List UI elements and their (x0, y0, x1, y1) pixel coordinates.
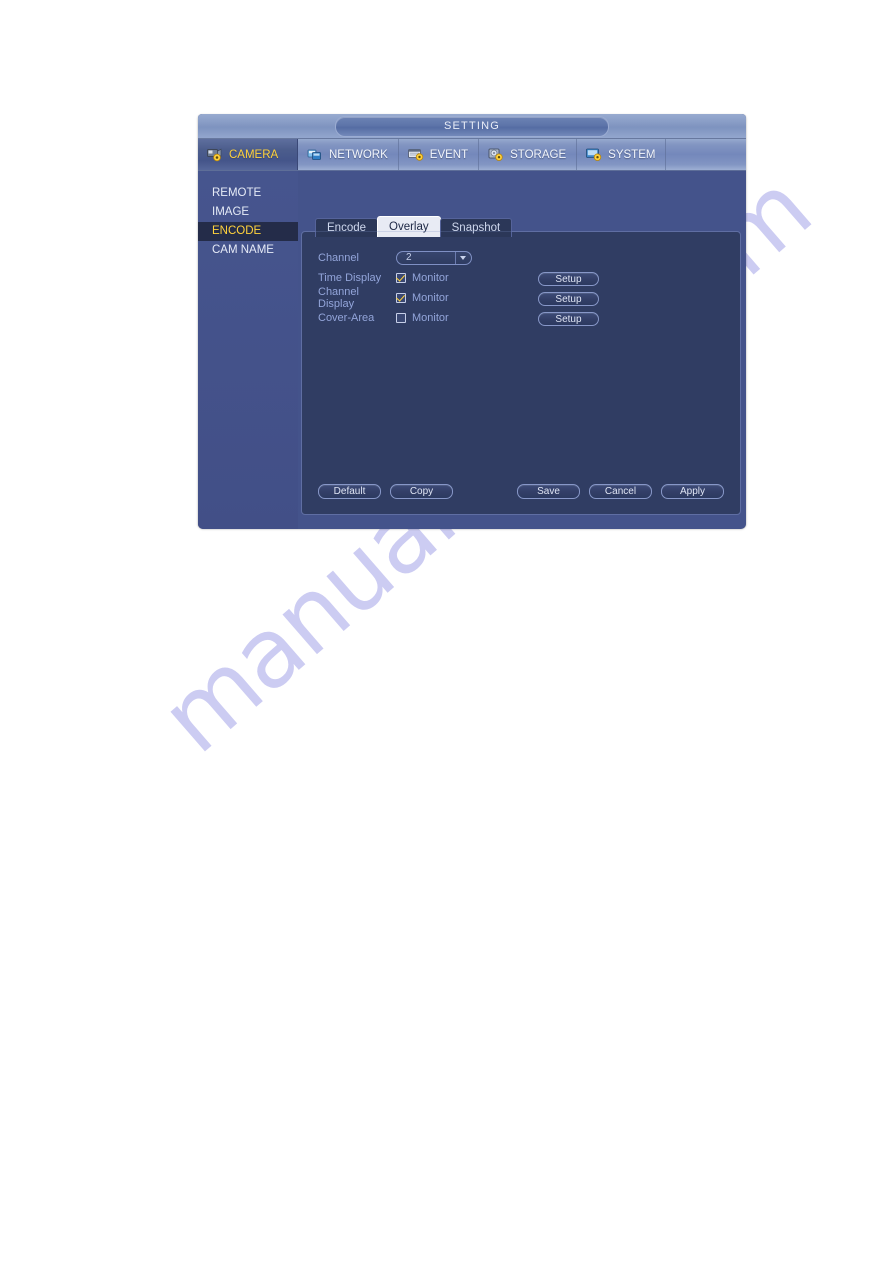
menu-item-system-label: SYSTEM (608, 148, 656, 161)
action-bar-left: Default Copy (318, 484, 453, 499)
channel-display-checkbox-label: Monitor (412, 291, 449, 304)
sidebar-item-image[interactable]: IMAGE (198, 203, 298, 222)
time-display-checkbox[interactable] (396, 272, 406, 283)
sidebar-item-cam-name-label: CAM NAME (212, 244, 274, 256)
sidebar-item-image-label: IMAGE (212, 206, 250, 218)
save-button[interactable]: Save (517, 484, 580, 499)
tab-encode-label: Encode (327, 222, 367, 234)
action-bar-right: Save Cancel Apply (517, 484, 724, 499)
menubar-filler (666, 139, 746, 170)
channel-display-setup-button[interactable]: Setup (538, 291, 599, 306)
event-gear-icon (407, 147, 425, 162)
channel-control: 2 (396, 250, 496, 265)
cover-area-setup-button[interactable]: Setup (538, 311, 599, 326)
cover-area-setup-slot: Setup (538, 309, 599, 327)
form-row-channel: Channel 2 (318, 248, 728, 267)
network-icon (307, 147, 324, 162)
panel-tabstrip: Encode Overlay Snapshot (315, 216, 513, 237)
channel-display-control: Monitor (396, 292, 496, 304)
tab-overlay[interactable]: Overlay (377, 216, 441, 237)
form-row-cover-area: Cover-Area Monitor Setup (318, 308, 728, 327)
menu-item-event[interactable]: EVENT (399, 139, 480, 170)
menu-item-network-label: NETWORK (329, 148, 388, 161)
main-menubar: CAMERA NETWORK EVENT STORAGE SYSTEM (198, 139, 746, 171)
menu-item-storage-label: STORAGE (510, 148, 567, 161)
channel-label: Channel (318, 251, 359, 264)
form-row-channel-display: Channel Display Monitor Setup (318, 285, 728, 310)
tab-encode[interactable]: Encode (315, 218, 379, 237)
storage-gear-icon (488, 147, 505, 162)
cover-area-checkbox[interactable] (396, 312, 406, 323)
cancel-button[interactable]: Cancel (589, 484, 652, 499)
settings-panel: Encode Overlay Snapshot Channel 2 Time D… (301, 216, 741, 515)
cover-area-label: Cover-Area (318, 311, 375, 324)
menu-item-network[interactable]: NETWORK (298, 139, 399, 170)
sidebar-item-cam-name[interactable]: CAM NAME (198, 241, 298, 260)
channel-select[interactable]: 2 (396, 250, 472, 265)
cover-area-checkbox-wrap[interactable]: Monitor (396, 312, 449, 324)
time-display-label: Time Display (318, 271, 382, 284)
channel-display-setup-slot: Setup (538, 289, 599, 307)
form-row-time-display: Time Display Monitor Setup (318, 268, 728, 287)
window-titlebar: SETTING (198, 114, 746, 139)
sidebar-item-remote[interactable]: REMOTE (198, 184, 298, 203)
tab-snapshot[interactable]: Snapshot (439, 218, 513, 237)
time-display-setup-button[interactable]: Setup (538, 271, 599, 286)
sidebar-item-encode-label: ENCODE (212, 225, 262, 237)
channel-display-checkbox-wrap[interactable]: Monitor (396, 292, 449, 304)
menu-item-camera[interactable]: CAMERA (198, 139, 298, 170)
window-body: REMOTE IMAGE ENCODE CAM NAME Encode Over… (198, 171, 746, 529)
default-button[interactable]: Default (318, 484, 381, 499)
channel-display-label: Channel Display (318, 285, 359, 310)
chevron-down-icon[interactable] (455, 251, 469, 264)
window-title: SETTING (335, 116, 609, 137)
channel-select-value: 2 (406, 252, 412, 263)
time-display-setup-slot: Setup (538, 269, 599, 287)
cover-area-control: Monitor (396, 312, 496, 324)
panel-action-bar: Default Copy Save Cancel Apply (318, 484, 724, 499)
menu-item-storage[interactable]: STORAGE (479, 139, 578, 170)
apply-button[interactable]: Apply (661, 484, 724, 499)
tab-snapshot-label: Snapshot (451, 222, 501, 234)
system-gear-icon (586, 147, 603, 162)
copy-button[interactable]: Copy (390, 484, 453, 499)
channel-display-checkbox[interactable] (396, 292, 406, 303)
time-display-checkbox-wrap[interactable]: Monitor (396, 272, 449, 284)
tab-overlay-label: Overlay (389, 221, 429, 233)
time-display-control: Monitor (396, 272, 496, 284)
sidebar-item-encode[interactable]: ENCODE (198, 222, 298, 241)
cover-area-checkbox-label: Monitor (412, 311, 449, 324)
time-display-checkbox-label: Monitor (412, 271, 449, 284)
overlay-form: Channel 2 Time Display Monitor Setup Cha… (318, 248, 728, 328)
sidebar: REMOTE IMAGE ENCODE CAM NAME (198, 171, 298, 529)
menu-item-camera-label: CAMERA (229, 148, 279, 161)
setting-window: SETTING CAMERA NETWORK EVENT STORAGE SYS… (198, 114, 746, 529)
camera-gear-icon (207, 147, 224, 162)
sidebar-item-remote-label: REMOTE (212, 187, 262, 199)
menu-item-system[interactable]: SYSTEM (577, 139, 667, 170)
menu-item-event-label: EVENT (429, 148, 469, 161)
